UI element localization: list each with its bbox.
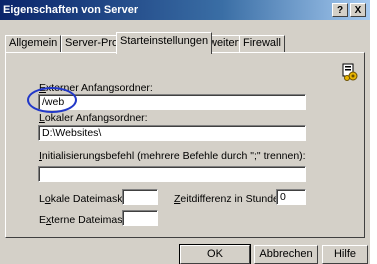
external-folder-label: Externer Anfangsordner: [39,82,153,94]
init-command-input[interactable] [38,166,306,182]
server-settings-icon [342,63,358,81]
title-bar[interactable]: Eigenschaften von Server ? X [0,0,370,20]
properties-dialog: Eigenschaften von Server ? X Allgemein S… [0,0,370,264]
external-folder-input[interactable]: /web [38,94,306,110]
close-title-button[interactable]: X [350,3,366,17]
local-mask-input[interactable] [122,189,158,205]
time-diff-label: Zeitdifferenz in Stunden: [174,193,288,205]
background-edge [370,0,377,264]
time-diff-input[interactable]: 0 [276,189,306,205]
external-mask-input[interactable] [122,210,158,226]
cancel-button[interactable]: Abbrechen [254,245,318,264]
init-command-label: Initialisierungsbefehl (mehrere Befehle … [39,150,306,162]
local-folder-input[interactable]: D:\Websites\ [38,125,306,141]
window-title: Eigenschaften von Server [3,4,139,16]
tab-starteinstellungen[interactable]: Starteinstellungen [116,32,213,54]
tab-strip: Allgemein Server-Profil Starteinstellung… [0,32,370,54]
tab-firewall[interactable]: Firewall [239,35,285,52]
local-mask-label: Lokale Dateimaske: [39,193,132,205]
ok-button[interactable]: OK [179,244,251,264]
local-folder-label: Lokaler Anfangsordner: [39,112,148,124]
help-title-button[interactable]: ? [332,3,348,17]
help-button[interactable]: Hilfe [322,245,368,264]
tab-allgemein[interactable]: Allgemein [5,35,62,52]
tab-panel-starteinstellungen [5,52,365,238]
